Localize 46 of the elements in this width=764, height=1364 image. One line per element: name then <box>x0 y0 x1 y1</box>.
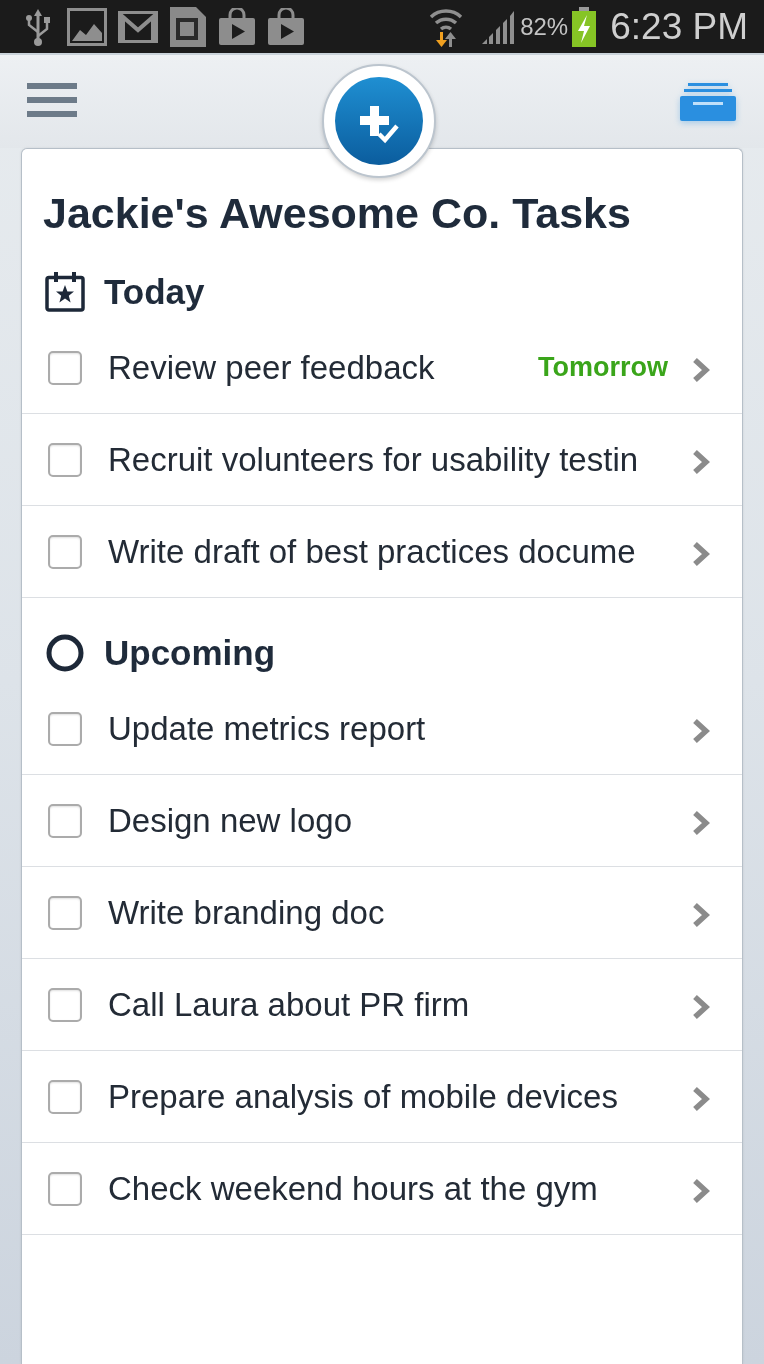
chevron-right-icon[interactable] <box>692 993 710 1020</box>
play-bag-icon <box>218 7 256 46</box>
task-title: Write draft of best practices docume <box>108 532 637 571</box>
chevron-right-icon[interactable] <box>692 901 710 928</box>
task-checkbox[interactable] <box>48 1079 82 1114</box>
chevron-right-icon[interactable] <box>692 717 710 744</box>
task-checkbox[interactable] <box>48 711 82 746</box>
task-checkbox[interactable] <box>48 534 82 569</box>
clock-time: 6:23 PM <box>610 4 748 49</box>
task-checkbox[interactable] <box>48 803 82 838</box>
chevron-right-icon[interactable] <box>692 1177 710 1204</box>
task-checkbox[interactable] <box>48 1171 82 1206</box>
due-date: Tomorrow <box>538 352 668 383</box>
menu-icon <box>27 83 77 117</box>
list-title: Jackie's Awesome Co. Tasks <box>42 189 632 237</box>
inbox-tray-icon <box>680 83 736 121</box>
chevron-right-icon[interactable] <box>692 356 710 383</box>
task-title: Prepare analysis of mobile devices <box>108 1077 619 1116</box>
chevron-right-icon[interactable] <box>692 809 710 836</box>
task-title: Write branding doc <box>108 893 386 932</box>
section-heading: Today <box>104 272 205 312</box>
task-checkbox[interactable] <box>48 987 82 1022</box>
chevron-right-icon[interactable] <box>692 1085 710 1112</box>
task-title: Check weekend hours at the gym <box>108 1169 599 1208</box>
task-checkbox[interactable] <box>48 895 82 930</box>
task-title: Design new logo <box>108 801 353 840</box>
section-heading: Upcoming <box>104 633 276 673</box>
task-title: Review peer feedback <box>108 348 436 387</box>
sd-card-icon <box>169 5 207 48</box>
play-bag-icon <box>267 7 305 46</box>
signal-bars-icon <box>481 9 516 44</box>
task-checkbox[interactable] <box>48 442 82 477</box>
task-title: Update metrics report <box>108 709 427 748</box>
circle-icon <box>46 634 84 672</box>
image-icon <box>67 7 107 46</box>
plus-check-icon <box>334 77 423 165</box>
inbox-tray-button[interactable] <box>680 83 736 121</box>
mail-icon <box>118 10 158 43</box>
battery-charging-icon <box>572 6 597 47</box>
task-title: Recruit volunteers for usability testin <box>108 440 640 479</box>
battery-percent: 82% <box>520 12 569 41</box>
chevron-right-icon[interactable] <box>692 448 710 475</box>
chevron-right-icon[interactable] <box>692 540 710 567</box>
menu-button[interactable] <box>27 83 77 117</box>
task-checkbox[interactable] <box>48 350 82 385</box>
task-title: Call Laura about PR firm <box>108 985 471 1024</box>
